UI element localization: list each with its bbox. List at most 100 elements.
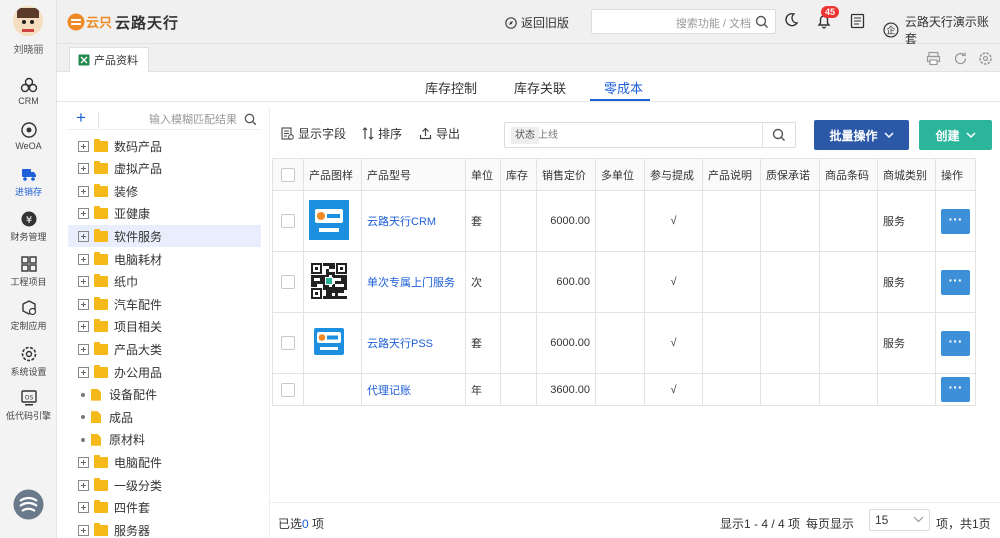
more-actions-button[interactable]: ··· [941,269,970,295]
dark-mode-icon[interactable] [783,12,799,28]
tree-item[interactable]: 四件套 [68,497,261,519]
nav-lowcode[interactable]: OS 低代码引擎 [0,389,57,422]
tree-item[interactable]: 办公用品 [68,361,261,383]
select-all-cell[interactable] [272,158,304,191]
back-to-old-version[interactable]: 返回旧版 [505,14,569,31]
table-row[interactable]: 单次专属上门服务次 600.00 √ 服务 ··· [272,251,976,313]
cell-model[interactable]: 单次专属上门服务 [361,251,466,313]
row-select-cell[interactable] [272,312,304,374]
expand-icon[interactable] [78,479,89,491]
tree-item[interactable]: 设备配件 [68,384,261,406]
document-icon[interactable] [850,13,865,29]
column-header[interactable]: 销售定价 [536,158,596,191]
tree-item[interactable]: 项目相关 [68,316,261,338]
tree-item[interactable]: 原材料 [68,429,261,451]
tab-inventory-control[interactable]: 库存控制 [425,78,477,97]
tab-inventory-link[interactable]: 库存关联 [514,78,566,97]
row-select-cell[interactable] [272,190,304,252]
tree-item[interactable]: 服务器 [68,519,261,538]
nav-projects[interactable]: 工程项目 [0,255,57,288]
tree-item[interactable]: 虚拟产品 [68,158,261,180]
print-icon[interactable] [926,51,941,66]
expand-icon[interactable] [78,298,89,310]
table-row[interactable]: 云路天行CRM 套 6000.00 √ 服务 ··· [272,190,976,252]
expand-icon[interactable] [78,185,89,197]
expand-icon[interactable] [78,343,89,355]
expand-icon[interactable] [78,208,89,220]
column-header[interactable]: 商城类别 [877,158,936,191]
tree-search-input[interactable]: 输入模糊匹配结果 [98,111,261,129]
cell-commission: √ [644,190,703,252]
filter-input[interactable]: 状态 上线 [504,122,796,148]
row-checkbox[interactable] [281,275,295,289]
tree-item[interactable]: 电脑耗材 [68,248,261,270]
expand-icon[interactable] [78,140,89,152]
table-row[interactable]: 代理记账年 3600.00 √ ··· [272,373,976,406]
tree-item[interactable]: 装修 [68,180,261,202]
create-button[interactable]: 创建 [919,120,992,150]
row-checkbox[interactable] [281,382,295,397]
tree-item[interactable]: 数码产品 [68,135,261,157]
add-category-button[interactable]: + [76,108,86,128]
expand-icon[interactable] [78,253,89,265]
account-switcher[interactable]: 企 云路天行演示账套 [883,13,1000,47]
expand-icon[interactable] [78,366,89,378]
row-select-cell[interactable] [272,373,304,406]
nav-inventory[interactable]: 进销存 [0,165,57,198]
expand-icon[interactable] [78,163,89,175]
cell-model[interactable]: 云路天行CRM [361,190,466,252]
nav-custom-apps[interactable]: 定制应用 [0,299,57,332]
tree-item[interactable]: 亚健康 [68,203,261,225]
avatar[interactable] [13,6,43,36]
tree-item[interactable]: 电脑配件 [68,451,261,473]
batch-operations-button[interactable]: 批量操作 [814,120,909,150]
more-actions-button[interactable]: ··· [941,208,970,234]
settings-icon[interactable] [978,51,993,66]
row-checkbox[interactable] [281,336,295,350]
table-row[interactable]: 云路天行PSS 套 6000.00 √ 服务 ··· [272,312,976,374]
more-actions-button[interactable]: ··· [941,330,970,356]
tree-item[interactable]: 成品 [68,406,261,428]
tree-item[interactable]: 一级分类 [68,474,261,496]
column-header[interactable]: 产品型号 [361,158,466,191]
column-header[interactable]: 商品条码 [819,158,878,191]
tree-item[interactable]: 纸巾 [68,271,261,293]
nav-settings[interactable]: 系统设置 [0,345,57,378]
expand-icon[interactable] [78,230,89,242]
nav-crm[interactable]: CRM [0,76,57,106]
tree-item[interactable]: 汽车配件 [68,293,261,315]
column-header[interactable]: 产品说明 [702,158,761,191]
column-header[interactable]: 产品图样 [303,158,362,191]
filter-chip-status[interactable]: 状态 [511,127,539,144]
refresh-icon[interactable] [953,51,968,66]
tab-product-info[interactable]: 产品资料 [69,47,149,72]
column-header[interactable]: 质保承诺 [760,158,820,191]
expand-icon[interactable] [78,321,89,333]
cell-model[interactable]: 代理记账 [361,373,466,406]
more-actions-button[interactable]: ··· [941,377,970,402]
nav-finance[interactable]: ¥ 财务管理 [0,210,57,243]
tree-item[interactable]: 软件服务 [68,225,261,248]
expand-icon[interactable] [78,456,89,468]
column-header[interactable]: 单位 [465,158,501,191]
row-checkbox[interactable] [281,214,295,228]
app-logo[interactable]: 云只 云路天行 [67,11,179,33]
row-select-cell[interactable] [272,251,304,313]
cell-model[interactable]: 云路天行PSS [361,312,466,374]
tab-zero-cost[interactable]: 零成本 [604,78,643,97]
nav-weoa[interactable]: WeOA [0,121,57,151]
search-input[interactable]: 搜索功能 / 文档 [591,9,776,34]
sort-button[interactable]: 排序 [362,125,402,142]
expand-icon[interactable] [78,502,89,514]
search-icon[interactable] [772,128,786,142]
select-all-checkbox[interactable] [281,167,295,182]
expand-icon[interactable] [78,524,89,536]
column-header[interactable]: 库存 [500,158,537,191]
column-header[interactable]: 多单位 [595,158,645,191]
show-fields-button[interactable]: 显示字段 [281,125,346,142]
tree-item[interactable]: 产品大类 [68,338,261,360]
expand-icon[interactable] [78,276,89,288]
page-size-select[interactable]: 15 [869,509,930,531]
export-button[interactable]: 导出 [419,125,460,142]
column-header[interactable]: 参与提成 [644,158,703,191]
